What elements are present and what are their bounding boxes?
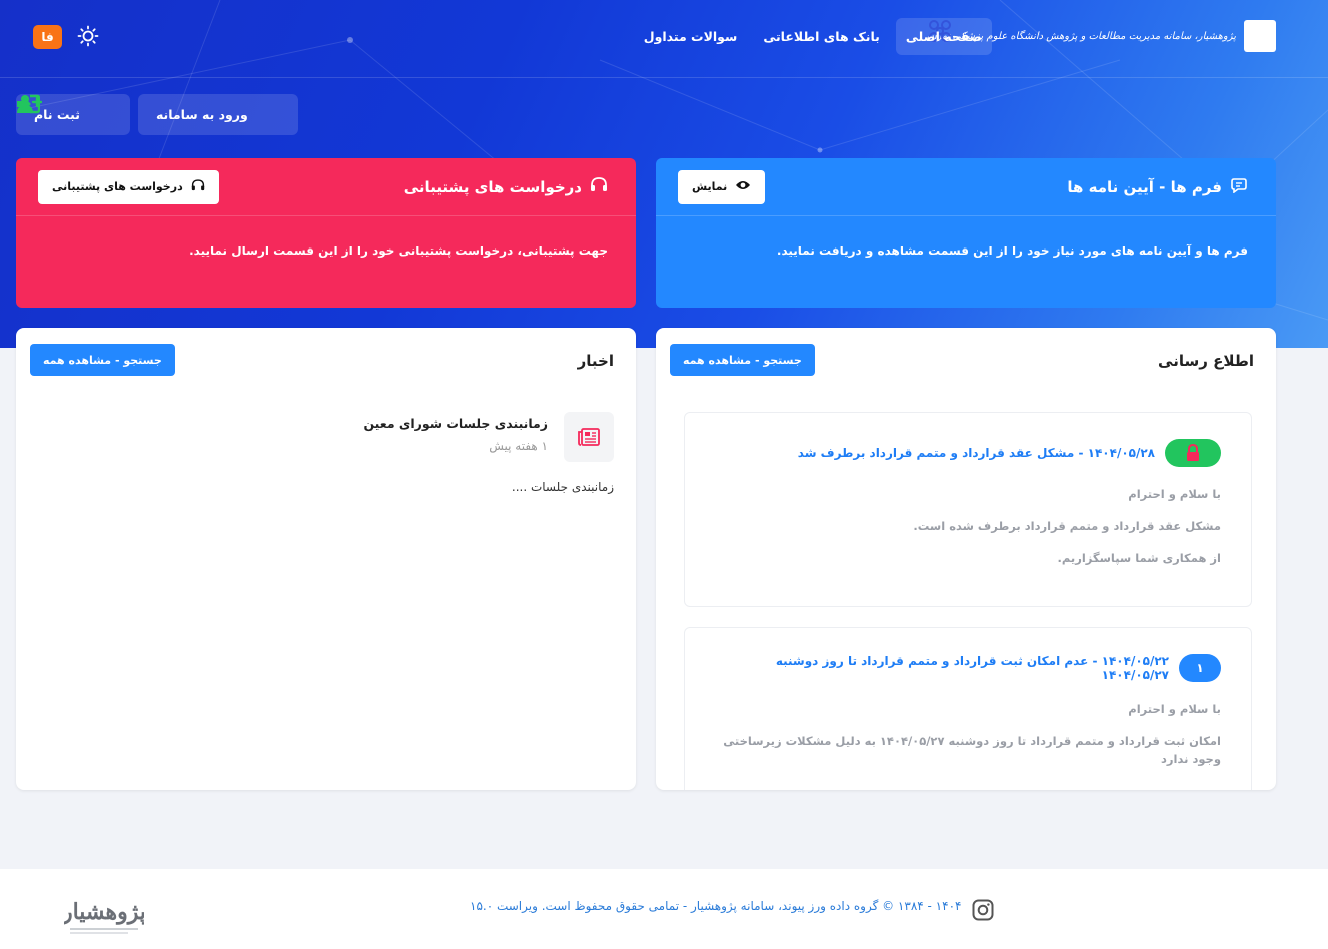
announcement-title[interactable]: ۱۴۰۴/۰۵/۲۸ - مشکل عقد قرارداد و متمم قرا… [798, 446, 1155, 460]
sign-in-icon [17, 94, 280, 125]
forms-card: فرم ها - آیین نامه ها نمایش فرم ها و آیی… [656, 158, 1276, 308]
university-logo-icon [928, 20, 1276, 52]
support-request-button[interactable]: درخواست های پشتیبانی [38, 169, 219, 204]
announcement-item[interactable]: ۱۴۰۴/۰۵/۲۸ - مشکل عقد قرارداد و متمم قرا… [684, 412, 1252, 607]
instagram-icon[interactable] [972, 899, 994, 925]
login-button[interactable]: ورود به سامانه [17, 94, 298, 135]
top-navbar: پژوهشیار، سامانه مدیریت مطالعات و پژوهش … [0, 0, 1328, 78]
auth-buttons: ثبت نام ورود به سامانه [16, 94, 298, 135]
svg-text:پژوهشیار: پژوهشیار [64, 899, 144, 926]
forms-show-button[interactable]: نمایش [678, 169, 766, 204]
eye-icon [735, 179, 751, 194]
news-item-title[interactable]: زمانبندی جلسات شورای معین [363, 416, 548, 431]
announcements-search-button[interactable]: جستجو - مشاهده همه [670, 344, 815, 376]
theme-toggle-sun-icon[interactable] [77, 25, 99, 47]
chat-icon [1230, 177, 1248, 197]
announcement-item[interactable]: ۱ ۱۴۰۴/۰۵/۲۲ - عدم امکان ثبت قرارداد و م… [684, 627, 1252, 790]
language-button[interactable]: فا [33, 25, 62, 49]
login-label: ورود به سامانه [155, 107, 248, 122]
news-search-button[interactable]: جستجو - مشاهده همه [30, 344, 175, 376]
news-item[interactable]: زمانبندی جلسات شورای معین ۱ هفته پیش زما… [38, 412, 614, 494]
announcements-title: اطلاع رسانی [1158, 352, 1254, 370]
main-nav: صفحه اصلی بانک های اطلاعاتی سوالات متداو… [634, 18, 992, 55]
lock-icon [1165, 439, 1221, 467]
footer: پژوهشیار ۱۴۰۴ - ۱۳۸۴ © گروه داده ورز پیو… [0, 869, 1328, 949]
news-item-time: ۱ هفته پیش [489, 439, 548, 453]
footer-copyright: ۱۴۰۴ - ۱۳۸۴ © گروه داده ورز پیوند، سامان… [470, 899, 962, 913]
support-card-body: جهت پشتیبانی، درخواست پشتیبانی خود را از… [189, 244, 608, 258]
pajoheshyar-logo: پژوهشیار [60, 885, 146, 939]
support-card: درخواست های پشتیبانی درخواست های پشتیبان… [16, 158, 636, 308]
news-title: اخبار [577, 352, 614, 370]
nav-faq[interactable]: سوالات متداول [634, 18, 748, 55]
nav-home[interactable]: صفحه اصلی [895, 18, 992, 55]
forms-card-title: فرم ها - آیین نامه ها [1067, 177, 1248, 197]
user-plus-icon [17, 95, 112, 125]
newspaper-icon [564, 412, 614, 462]
headset-icon [590, 176, 608, 197]
support-card-title: درخواست های پشتیبانی [404, 176, 608, 197]
nav-databases[interactable]: بانک های اطلاعاتی [753, 18, 890, 55]
announcements-panel: اطلاع رسانی جستجو - مشاهده همه ۱۴۰۴/۰۵/۲… [656, 328, 1276, 790]
announcement-title[interactable]: ۱۴۰۴/۰۵/۲۲ - عدم امکان ثبت قرارداد و متم… [705, 654, 1169, 682]
news-item-desc: زمانبندی جلسات .... [511, 480, 614, 494]
forms-card-body: فرم ها و آیین نامه های مورد نیاز خود را … [776, 244, 1248, 258]
announcement-badge: ۱ [1179, 654, 1221, 682]
headset-small-icon [191, 178, 205, 195]
news-panel: اخبار جستجو - مشاهده همه زمانبندی جلسات … [16, 328, 636, 790]
